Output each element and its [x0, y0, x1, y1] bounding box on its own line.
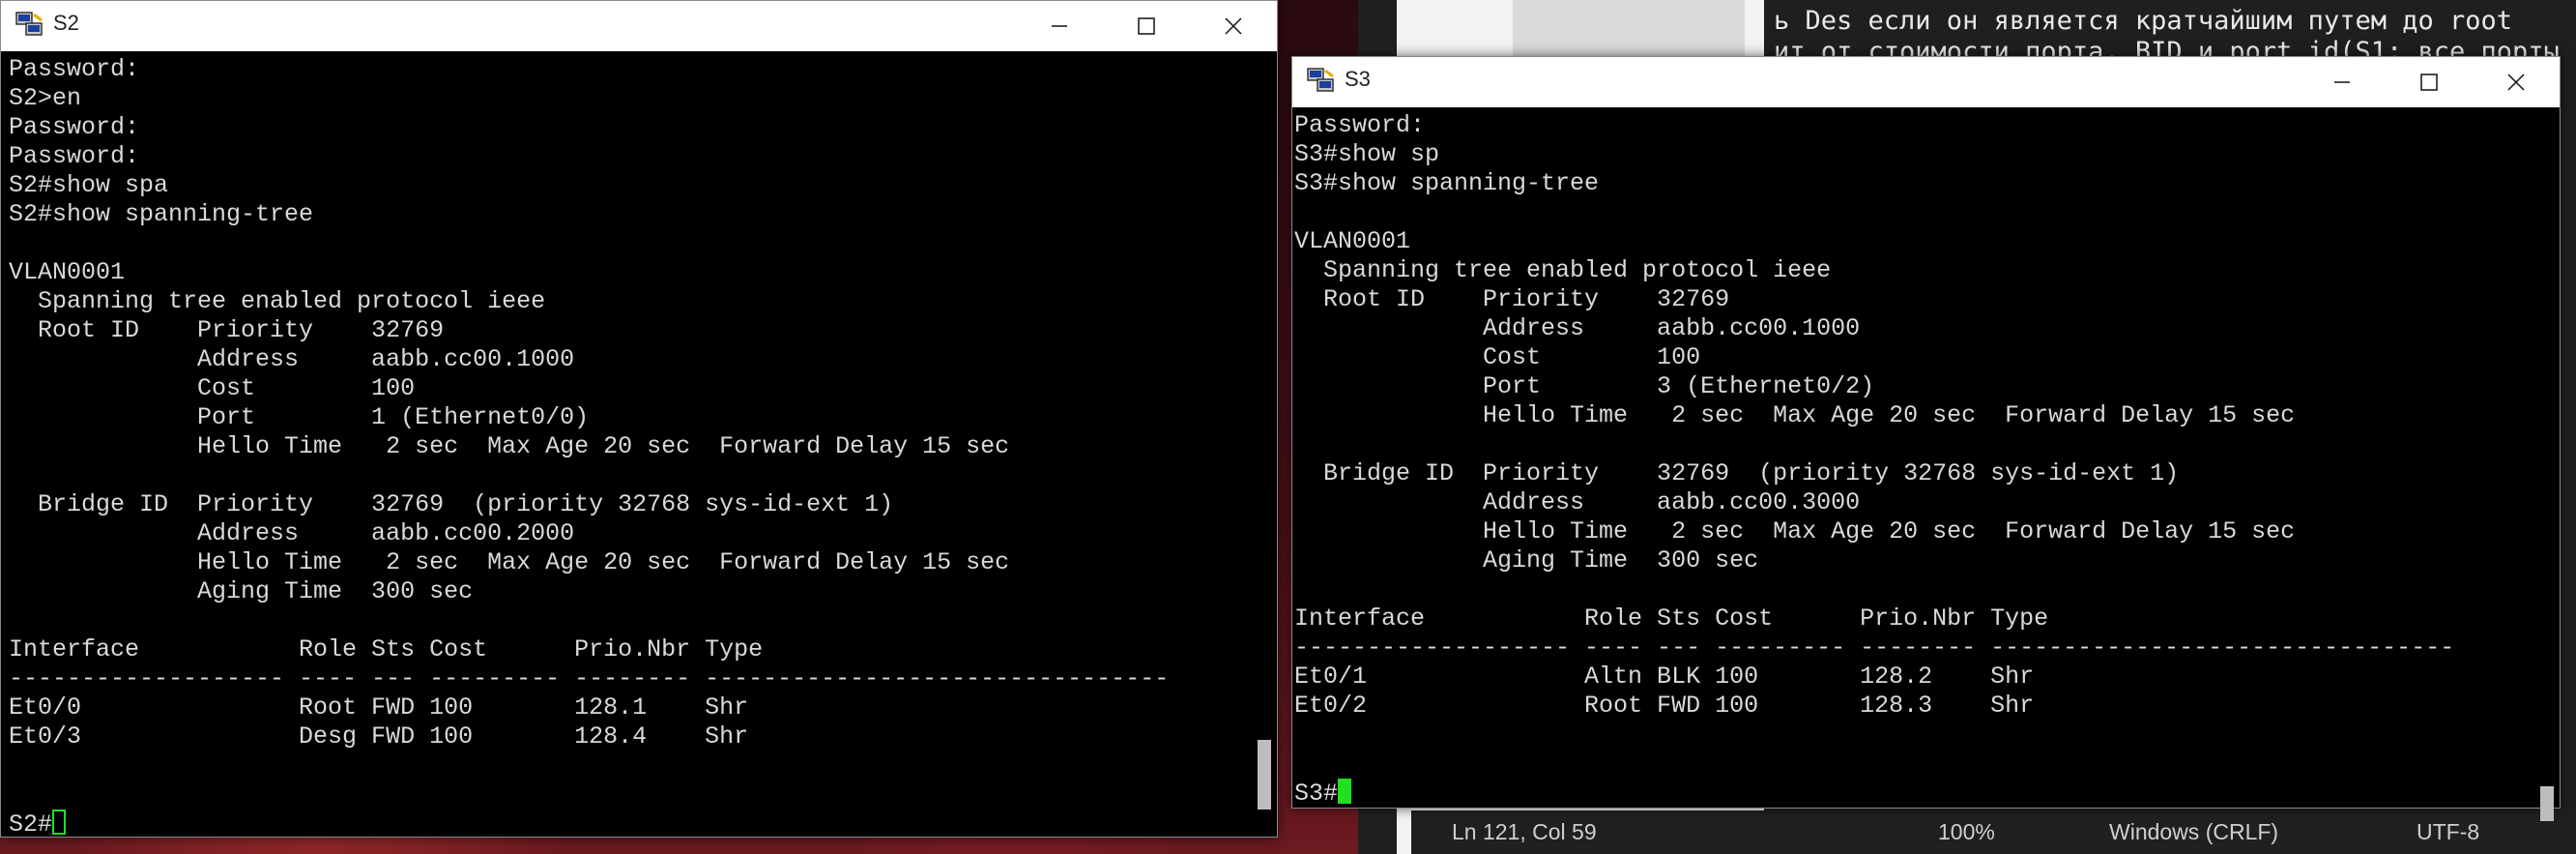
terminal-line: Password:	[1294, 111, 1426, 139]
terminal-line: Address aabb.cc00.1000	[1294, 314, 1861, 342]
terminal-line: Spanning tree enabled protocol ieee	[1294, 256, 1832, 284]
terminal-line: Password:	[9, 113, 140, 141]
maximize-button[interactable]	[2386, 57, 2473, 107]
window-title: S2	[53, 11, 79, 35]
terminal-window-s2[interactable]: S2 Password: S2>en Password: Password: S2#sh…	[0, 0, 1278, 839]
zoom-level[interactable]: 100%	[1938, 819, 1995, 845]
terminal-line: Aging Time 300 sec	[9, 577, 474, 605]
terminal-prompt-line[interactable]: S3#	[1294, 779, 2454, 808]
minimize-icon	[2334, 81, 2350, 83]
terminal-prompt-line[interactable]: S2#	[9, 810, 1169, 839]
terminal-line: Bridge ID Priority 32769 (priority 32768…	[9, 490, 894, 518]
terminal-line: Et0/1 Altn BLK 100 128.2 Shr	[1294, 663, 2035, 691]
maximize-icon	[2420, 74, 2438, 91]
terminal-line: Port 3 (Ethernet0/2)	[1294, 372, 1875, 400]
terminal-output[interactable]: Password: S2>en Password: Password: S2#show …	[9, 55, 1169, 839]
terminal-line: Address aabb.cc00.2000	[9, 519, 575, 547]
terminal-line: S2>en	[9, 84, 82, 112]
terminal-line: Root ID Priority 32769	[9, 316, 445, 344]
close-button[interactable]	[2473, 57, 2560, 107]
terminal-line: Password:	[9, 142, 140, 170]
minimize-icon	[1052, 25, 1067, 27]
putty-icon	[1307, 68, 1334, 92]
terminal-line: Hello Time 2 sec Max Age 20 sec Forward …	[1294, 401, 2296, 429]
terminal-output[interactable]: Password: S3#show sp S3#show spanning-tree…	[1294, 111, 2454, 808]
terminal-line: Hello Time 2 sec Max Age 20 sec Forward …	[9, 548, 1010, 576]
text-cursor	[52, 810, 67, 835]
editor-tab-area[interactable]	[1513, 0, 1745, 58]
terminal-line: VLAN0001	[9, 258, 126, 286]
scrollbar[interactable]	[2533, 107, 2560, 821]
terminal-line: Root ID Priority 32769	[1294, 285, 1730, 313]
terminal-line: Aging Time 300 sec	[1294, 546, 1759, 574]
editor-line: ь Des если он является кратчайшим путем …	[1774, 6, 2513, 36]
terminal-line: Et0/0 Root FWD 100 128.1 Shr	[9, 693, 749, 721]
terminal-line: S2#show spanning-tree	[9, 200, 314, 228]
terminal-line: Port 1 (Ethernet0/0)	[9, 403, 590, 431]
titlebar[interactable]: S2	[1, 1, 1277, 51]
terminal-line: Spanning tree enabled protocol ieee	[9, 287, 546, 315]
maximize-icon	[1138, 17, 1155, 35]
text-cursor	[1338, 779, 1352, 804]
minimize-button[interactable]	[1016, 1, 1103, 51]
terminal-line: Cost 100	[9, 374, 416, 402]
scrollbar-thumb[interactable]	[1258, 740, 1271, 810]
terminal-line: S2#show spa	[9, 171, 169, 199]
terminal-line: Interface Role Sts Cost Prio.Nbr Type	[9, 635, 764, 663]
terminal-line: Password:	[9, 55, 140, 83]
terminal-line: Cost 100	[1294, 343, 1701, 371]
terminal-line: VLAN0001	[1294, 227, 1411, 255]
terminal-line: Address aabb.cc00.1000	[9, 345, 575, 373]
terminal-line: S3#show spanning-tree	[1294, 169, 1600, 197]
terminal-line: S3#show sp	[1294, 140, 1440, 168]
close-button[interactable]	[1190, 1, 1277, 51]
scrollbar[interactable]	[1250, 51, 1277, 837]
terminal-line: Et0/3 Desg FWD 100 128.4 Shr	[9, 722, 749, 751]
editor-status-bar: Ln 121, Col 59 100% Windows (CRLF) UTF-8	[1411, 810, 2576, 854]
putty-icon	[15, 12, 43, 36]
cursor-position[interactable]: Ln 121, Col 59	[1452, 819, 1597, 845]
close-icon	[2507, 74, 2525, 91]
terminal-prompt: S2#	[9, 810, 53, 839]
close-icon	[1225, 17, 1242, 35]
titlebar[interactable]: S3	[1292, 57, 2560, 107]
terminal-line: Address aabb.cc00.3000	[1294, 488, 1861, 516]
terminal-line: ------------------- ---- --- --------- -…	[9, 664, 1170, 692]
encoding[interactable]: UTF-8	[2417, 819, 2479, 845]
terminal-line: Hello Time 2 sec Max Age 20 sec Forward …	[1294, 517, 2296, 545]
window-title: S3	[1345, 67, 1371, 91]
terminal-line: Et0/2 Root FWD 100 128.3 Shr	[1294, 692, 2035, 720]
terminal-line: Bridge ID Priority 32769 (priority 32768…	[1294, 459, 2180, 487]
terminal-window-s3[interactable]: S3 Password: S3#show sp S3#show spanning-t…	[1291, 56, 2561, 821]
maximize-button[interactable]	[1103, 1, 1190, 51]
line-ending[interactable]: Windows (CRLF)	[2109, 819, 2278, 845]
terminal-line: ------------------- ---- --- --------- -…	[1294, 633, 2455, 662]
scrollbar-thumb[interactable]	[2540, 786, 2554, 821]
terminal-prompt: S3#	[1294, 780, 1339, 808]
minimize-button[interactable]	[2299, 57, 2386, 107]
terminal-line: Hello Time 2 sec Max Age 20 sec Forward …	[9, 432, 1010, 460]
terminal-line: Interface Role Sts Cost Prio.Nbr Type	[1294, 604, 2049, 633]
